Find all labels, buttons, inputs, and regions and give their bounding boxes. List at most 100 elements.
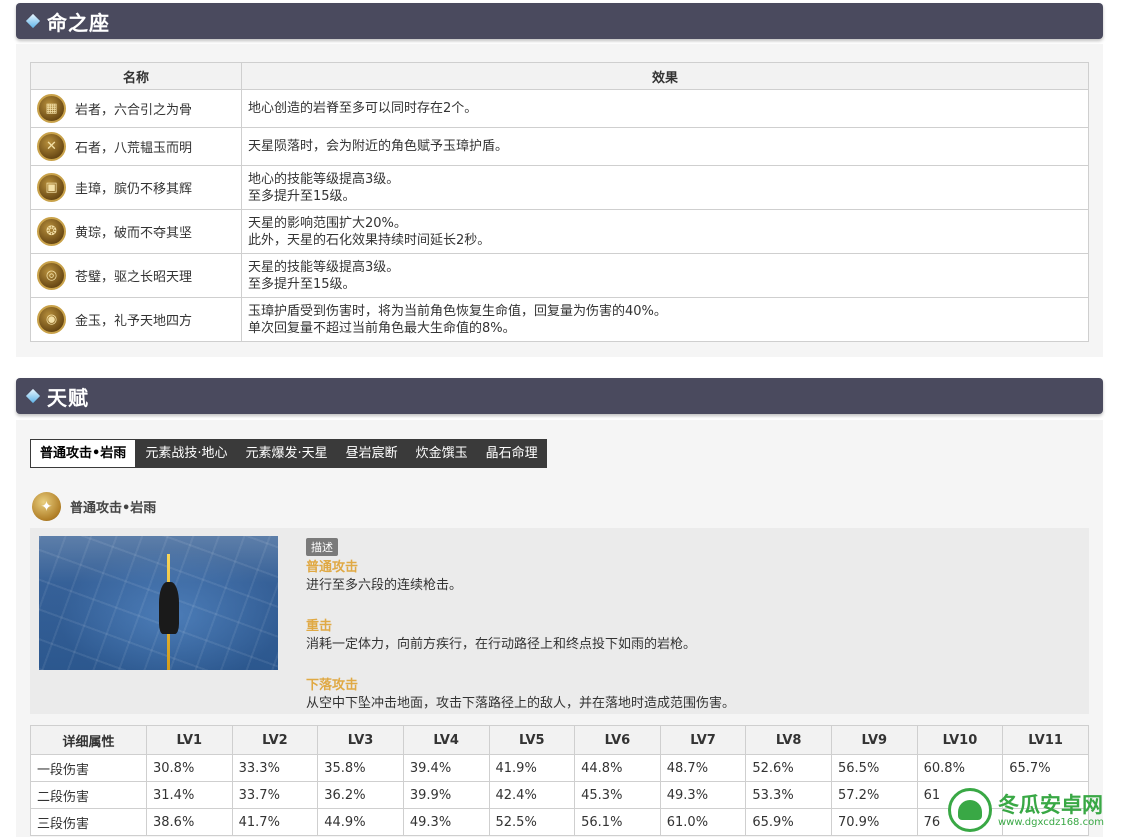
watermark-url: www.dgxcdz168.com: [998, 816, 1104, 828]
description-text: 从空中下坠冲击地面，攻击下落路径上的敌人，并在落地时造成范围伤害。: [306, 696, 736, 711]
constellation-row: ▣ 圭璋，膑仍不移其辉 地心的技能等级提高3级。 至多提升至15级。: [30, 165, 1089, 210]
tab-passive-1[interactable]: 昼岩宸断: [337, 439, 407, 468]
attribute-value-cell: 33.3%: [231, 754, 319, 782]
skill-description-box: 描述 普通攻击 进行至多六段的连续枪击。 重击 消耗一定体力，向前方疾行，在行动…: [30, 528, 1089, 714]
attribute-value-cell: 52.6%: [745, 754, 832, 782]
talent-tabs: 普通攻击•岩雨 元素战技·地心 元素爆发·天星 昼岩宸断 炊金馔玉 晶石命理: [30, 439, 547, 468]
attribute-name-cell: 二段伤害: [30, 781, 147, 809]
column-header-level: LV10: [916, 725, 1004, 755]
grid-icon: ▦: [37, 94, 66, 123]
attributes-table: 详细属性 LV1 LV2 LV3 LV4 LV5 LV6 LV7 LV8 LV9 LV10 LV11 …: [30, 725, 1089, 836]
column-header-level: LV11: [1002, 725, 1089, 755]
column-header-level: LV6: [574, 725, 661, 755]
column-header-effect: 效果: [241, 62, 1089, 90]
watermark: 冬瓜安卓网 www.dgxcdz168.com: [948, 785, 1128, 835]
attribute-value-cell: 39.9%: [402, 781, 490, 809]
attribute-value-cell: 65.9%: [745, 808, 832, 836]
column-header-level: LV8: [745, 725, 832, 755]
diamond-icon: [25, 388, 41, 404]
column-header-level: LV5: [488, 725, 576, 755]
tab-normal-attack[interactable]: 普通攻击•岩雨: [30, 439, 137, 468]
column-header-attribute: 详细属性: [30, 725, 147, 755]
table-row: 三段伤害 38.6% 41.7% 44.9% 49.3% 52.5% 56.1% 61.0% 6…: [30, 808, 1089, 836]
description-text: 进行至多六段的连续枪击。: [306, 578, 463, 593]
constellation-name: 石者，八荒韫玉而明: [75, 141, 193, 156]
attribute-value-cell: 49.3%: [402, 808, 490, 836]
column-header-name: 名称: [30, 62, 242, 90]
constellation-name: 岩者，六合引之为骨: [75, 103, 193, 118]
constellation-name: 金玉，礼予天地四方: [75, 314, 193, 329]
constellation-row: ◉ 金玉，礼予天地四方 玉璋护盾受到伤害时，将为当前角色恢复生命值，回复量为伤害的4…: [30, 297, 1089, 342]
attribute-name-cell: 一段伤害: [30, 754, 147, 782]
constellation-effect-line: 天星陨落时，会为附近的角色赋予玉璋护盾。: [248, 139, 509, 154]
constellation-effect-line: 至多提升至15级。: [248, 276, 356, 292]
column-header-level: LV4: [402, 725, 490, 755]
attribute-value-cell: 31.4%: [146, 781, 233, 809]
attribute-value-cell: 65.7%: [1002, 754, 1089, 782]
spear-icon: ✦: [32, 492, 61, 521]
constellation-effect-line: 地心的技能等级提高3级。: [248, 171, 400, 187]
description-text: 消耗一定体力，向前方疾行，在行动路径上和终点投下如雨的岩枪。: [306, 637, 697, 652]
attribute-value-cell: 61.0%: [659, 808, 747, 836]
section-title: 天赋: [47, 385, 89, 410]
skill-title-label: 普通攻击•岩雨: [70, 501, 157, 516]
attribute-value-cell: 44.9%: [317, 808, 404, 836]
android-logo-icon: [948, 788, 992, 832]
constellation-name: 黄琮，破而不夺其坚: [75, 226, 193, 241]
column-header-level: LV1: [146, 725, 233, 755]
constellation-row: ✕ 石者，八荒韫玉而明 天星陨落时，会为附近的角色赋予玉璋护盾。: [30, 127, 1089, 166]
column-header-level: LV2: [231, 725, 319, 755]
attribute-value-cell: 53.3%: [745, 781, 832, 809]
constellation-effect-line: 天星的技能等级提高3级。: [248, 259, 400, 275]
attribute-value-cell: 38.6%: [146, 808, 233, 836]
constellation-effect-line: 玉璋护盾受到伤害时，将为当前角色恢复生命值，回复量为伤害的40%。: [248, 303, 667, 319]
attribute-value-cell: 45.3%: [574, 781, 661, 809]
constellation-row: ❂ 黄琮，破而不夺其坚 天星的影响范围扩大20%。 此外，天星的石化效果持续时间延长2…: [30, 209, 1089, 254]
constellation-effect-line: 此外，天星的石化效果持续时间延长2秒。: [248, 232, 491, 248]
constellation-name: 圭璋，膑仍不移其辉: [75, 182, 193, 197]
attribute-value-cell: 57.2%: [831, 781, 918, 809]
attribute-value-cell: 33.7%: [231, 781, 319, 809]
attribute-value-cell: 52.5%: [488, 808, 576, 836]
column-header-level: LV7: [659, 725, 747, 755]
attribute-value-cell: 41.9%: [488, 754, 576, 782]
column-header-level: LV3: [317, 725, 404, 755]
constellation-effect-line: 地心创造的岩脊至多可以同时存在2个。: [248, 101, 478, 116]
skill-description: 描述 普通攻击 进行至多六段的连续枪击。 重击 消耗一定体力，向前方疾行，在行动…: [306, 538, 1066, 713]
skill-title: ✦ 普通攻击•岩雨: [32, 492, 156, 521]
attribute-value-cell: 41.7%: [231, 808, 319, 836]
description-tag: 描述: [306, 538, 338, 556]
tab-elemental-skill[interactable]: 元素战技·地心: [136, 439, 236, 468]
constellation-effect-line: 天星的影响范围扩大20%。: [248, 215, 407, 231]
tablet-icon: ▣: [37, 173, 66, 202]
attribute-value-cell: 39.4%: [402, 754, 490, 782]
attribute-value-cell: 35.8%: [317, 754, 404, 782]
dragon-icon: ❂: [37, 217, 66, 246]
attribute-value-cell: 70.9%: [831, 808, 918, 836]
column-header-level: LV9: [831, 725, 918, 755]
attribute-value-cell: 30.8%: [146, 754, 233, 782]
attribute-value-cell: 36.2%: [317, 781, 404, 809]
attribute-name-cell: 三段伤害: [30, 808, 147, 836]
table-row: 一段伤害 30.8% 33.3% 35.8% 39.4% 41.9% 44.8% 48.7% 5…: [30, 754, 1089, 782]
attribute-value-cell: 60.8%: [916, 754, 1004, 782]
attribute-value-cell: 44.8%: [574, 754, 661, 782]
constellation-effect-line: 至多提升至15级。: [248, 188, 356, 204]
table-row: 二段伤害 31.4% 33.7% 36.2% 39.9% 42.4% 45.3% 49.3% 5…: [30, 781, 1089, 809]
watermark-name: 冬瓜安卓网: [998, 792, 1103, 817]
tab-passive-3[interactable]: 晶石命理: [477, 439, 547, 468]
attribute-value-cell: 49.3%: [659, 781, 747, 809]
jade-icon: ◉: [37, 305, 66, 334]
description-heading: 下落攻击: [306, 678, 359, 693]
section-header-talents: 天赋: [16, 378, 1103, 414]
tab-passive-2[interactable]: 炊金馔玉: [407, 439, 477, 468]
constellation-table: 名称 效果 ▦ 岩者，六合引之为骨 地心创造的岩脊至多可以同时存在2个。 ✕ 石者，八荒…: [30, 62, 1089, 342]
description-heading: 普通攻击: [306, 560, 359, 575]
tab-elemental-burst[interactable]: 元素爆发·天星: [236, 439, 336, 468]
section-title: 命之座: [47, 10, 110, 35]
section-header-constellation: 命之座: [16, 3, 1103, 39]
constellation-effect-line: 单次回复量不超过当前角色最大生命值的8%。: [248, 320, 516, 336]
constellation-row: ◎ 苍璧，驱之长昭天理 天星的技能等级提高3级。 至多提升至15级。: [30, 253, 1089, 298]
diamond-icon: [25, 13, 41, 29]
attribute-value-cell: 48.7%: [659, 754, 747, 782]
